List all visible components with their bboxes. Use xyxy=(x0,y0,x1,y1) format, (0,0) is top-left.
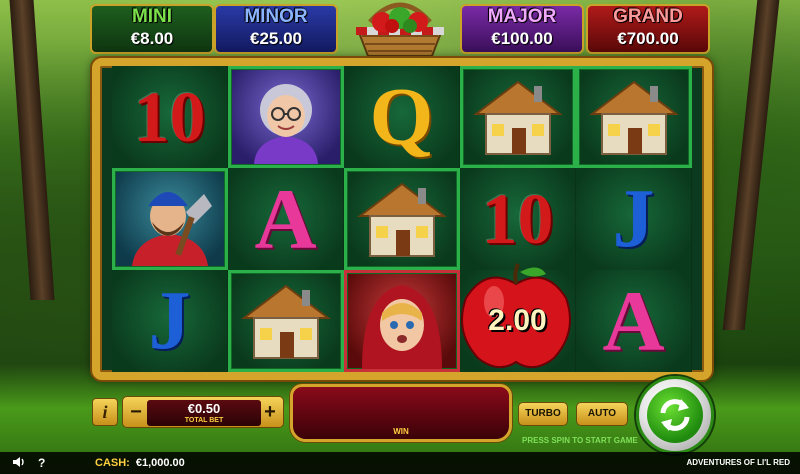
woodcutter-icon xyxy=(132,192,212,266)
cottage-icon xyxy=(241,284,331,359)
reel-cell: 10 xyxy=(112,66,228,168)
bet-label: TOTAL BET xyxy=(184,417,224,424)
autoplay-button[interactable]: AUTO xyxy=(576,402,628,426)
reel-cell xyxy=(112,168,228,270)
cash-value: €1,000.00 xyxy=(135,457,185,469)
turbo-button[interactable]: TURBO xyxy=(518,402,568,426)
reel-cell: A xyxy=(576,270,692,372)
reel-cell: J xyxy=(576,168,692,270)
reel-cell: Q xyxy=(344,66,460,168)
bet-increase-button[interactable]: + xyxy=(260,401,280,425)
jackpot-major-label: MAJOR xyxy=(487,6,557,27)
win-display: WIN xyxy=(290,384,512,442)
symbol-ten: 10 xyxy=(133,77,206,157)
status-bar: ? CASH: €1,000.00 ADVENTURES OF LI'L RED xyxy=(0,452,800,474)
reel-grid: 10 Q A 10 J J 2.00 A xyxy=(112,66,692,372)
cash-label: CASH: xyxy=(95,457,130,469)
info-button[interactable]: i xyxy=(92,398,118,426)
red-riding-hood-icon xyxy=(362,285,442,369)
symbol-ace: A xyxy=(254,171,317,267)
reel-cell xyxy=(344,270,460,372)
reel-cell: J xyxy=(112,270,228,372)
jackpot-major: MAJOR €100.00 xyxy=(460,4,584,54)
symbol-ace: A xyxy=(602,273,665,369)
symbol-queen: Q xyxy=(369,71,434,162)
jackpot-major-value: €100.00 xyxy=(491,29,553,48)
jackpot-grand: GRAND €700.00 xyxy=(586,4,710,54)
cottage-icon xyxy=(357,182,447,257)
symbol-jack: J xyxy=(612,172,655,265)
reel-cell xyxy=(228,270,344,372)
help-button[interactable]: ? xyxy=(38,455,45,471)
jackpot-mini-label: MINI xyxy=(131,6,173,27)
jackpot-mini-value: €8.00 xyxy=(130,29,174,48)
spin-arrows-icon xyxy=(647,387,703,443)
bet-display: €0.50 TOTAL BET xyxy=(147,400,261,426)
jackpot-minor: MINOR €25.00 xyxy=(214,4,338,54)
reel-cell: 10 xyxy=(460,168,576,270)
bet-value: €0.50 xyxy=(187,401,221,416)
jackpot-grand-value: €700.00 xyxy=(617,29,679,48)
apple-basket-icon xyxy=(340,0,460,58)
reel-cell xyxy=(576,66,692,168)
spin-hint: PRESS SPIN TO START GAME xyxy=(522,436,638,445)
reel-cell xyxy=(228,66,344,168)
bet-control: − €0.50 TOTAL BET + xyxy=(122,396,284,428)
symbol-jack: J xyxy=(148,274,191,367)
cottage-icon xyxy=(589,80,679,155)
grandma-icon xyxy=(254,84,318,164)
apple-prize-value: 2.00 xyxy=(488,304,547,337)
cash-display: CASH: €1,000.00 xyxy=(95,456,185,470)
reel-cell xyxy=(344,168,460,270)
sound-icon[interactable] xyxy=(12,455,26,473)
jackpot-minor-value: €25.00 xyxy=(250,29,302,48)
jackpot-grand-label: GRAND xyxy=(613,6,683,27)
spin-button[interactable] xyxy=(636,376,714,454)
win-label: WIN xyxy=(393,427,409,436)
jackpot-minor-label: MINOR xyxy=(244,6,308,27)
bet-decrease-button[interactable]: − xyxy=(126,401,146,425)
cottage-icon xyxy=(473,80,563,155)
game-title: ADVENTURES OF LI'L RED xyxy=(686,458,790,467)
reel-cell: A xyxy=(228,168,344,270)
reel-cell: 2.00 xyxy=(460,263,576,372)
jackpot-mini: MINI €8.00 xyxy=(90,4,214,54)
reel-cell xyxy=(460,66,576,168)
symbol-ten: 10 xyxy=(481,179,554,259)
